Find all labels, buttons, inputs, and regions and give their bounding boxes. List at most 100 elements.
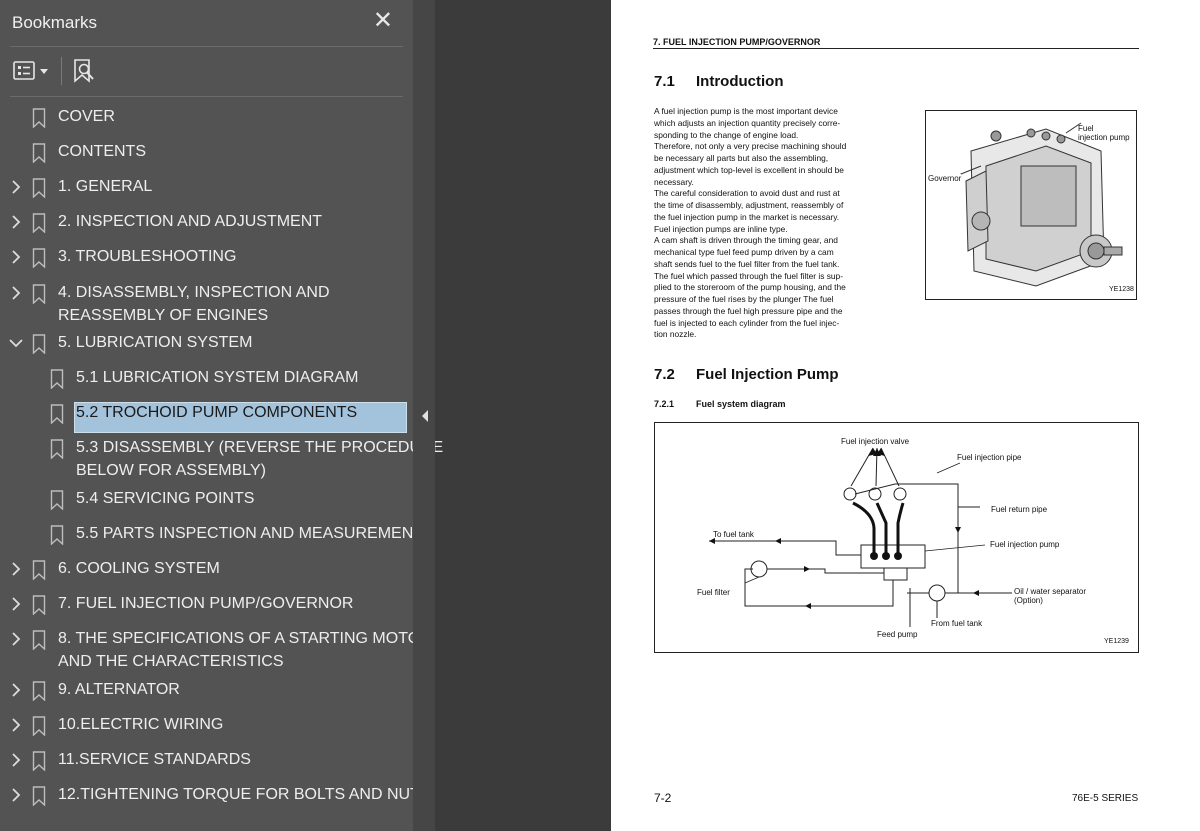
- bookmark-icon: [32, 178, 46, 198]
- chevron-down-icon[interactable]: [9, 334, 23, 352]
- header-rule: [653, 48, 1139, 49]
- bookmark-icon: [32, 334, 46, 354]
- bookmark-item[interactable]: 6. COOLING SYSTEM: [0, 558, 413, 581]
- paragraph-line: tion nozzle.: [654, 329, 697, 340]
- bookmark-label: 3. TROUBLESHOOTING: [58, 248, 237, 265]
- paragraph-line: mechanical type fuel feed pump driven by…: [654, 247, 834, 257]
- paragraph-line: The fuel which passed through the fuel f…: [654, 270, 844, 281]
- bookmark-icon: [32, 213, 46, 233]
- bookmark-options-button[interactable]: [12, 59, 52, 83]
- bookmark-item[interactable]: 10.ELECTRIC WIRING: [0, 714, 413, 737]
- bookmark-label: COVER: [58, 108, 115, 125]
- paragraph-line: sponding to the change of engine load.: [654, 129, 799, 140]
- bookmark-icon: [32, 716, 46, 736]
- bookmark-icon: [50, 490, 64, 510]
- bookmarks-title: Bookmarks: [12, 13, 98, 32]
- bookmark-icon: [32, 143, 46, 163]
- bookmark-item[interactable]: 1. GENERAL: [0, 176, 413, 199]
- chevron-right-icon[interactable]: [9, 284, 23, 302]
- bookmark-icon: [50, 439, 64, 459]
- chevron-right-icon[interactable]: [9, 716, 23, 734]
- find-bookmark-button[interactable]: [70, 57, 98, 85]
- chevron-right-icon[interactable]: [9, 248, 23, 266]
- fig1-label-governor: Governor: [928, 174, 962, 183]
- triangle-left-icon: [422, 410, 428, 422]
- label-fuel-injection-pipe: Fuel injection pipe: [957, 453, 1022, 462]
- bookmark-icon: [32, 786, 46, 806]
- bookmark-label: CONTENTS: [58, 143, 146, 160]
- bookmark-item[interactable]: 3. TROUBLESHOOTING: [0, 246, 413, 269]
- bookmark-icon: [50, 369, 64, 389]
- bookmark-label: 5.1 LUBRICATION SYSTEM DIAGRAM: [76, 369, 359, 386]
- bookmark-item[interactable]: 2. INSPECTION AND ADJUSTMENT: [0, 211, 413, 234]
- bookmark-label: 5.4 SERVICING POINTS: [76, 490, 255, 507]
- bookmark-label: 6. COOLING SYSTEM: [58, 560, 220, 577]
- bookmark-label: 11.SERVICE STANDARDS: [58, 751, 251, 768]
- page-series: 76E-5 SERIES: [1072, 793, 1139, 804]
- bookmark-item[interactable]: 7. FUEL INJECTION PUMP/GOVERNOR: [0, 593, 413, 616]
- bookmark-item[interactable]: 5.2 TROCHOID PUMP COMPONENTS: [0, 402, 413, 425]
- paragraph-line: fuel is injected to each cylinder from t…: [654, 317, 840, 328]
- bookmark-item[interactable]: 11.SERVICE STANDARDS: [0, 749, 413, 772]
- pump-photo-figure: Fuel injection pump Governor YE1238: [925, 110, 1137, 300]
- bookmark-label: 1. GENERAL: [58, 178, 153, 195]
- section-heading: 7.1 Introduction: [654, 73, 783, 90]
- bookmark-item[interactable]: COVER: [0, 106, 413, 129]
- bookmark-label: 9. ALTERNATOR: [58, 681, 180, 698]
- bookmark-item[interactable]: CONTENTS: [0, 141, 413, 164]
- label-option: (Option): [1014, 596, 1043, 605]
- bookmark-icon: [32, 248, 46, 268]
- chevron-right-icon[interactable]: [9, 786, 23, 804]
- bookmark-label-line2: AND THE CHARACTERISTICS: [58, 652, 284, 670]
- fuel-system-diagram: Fuel injection valve Fuel injection pipe…: [654, 422, 1139, 653]
- bookmark-label: 7. FUEL INJECTION PUMP/GOVERNOR: [58, 595, 354, 612]
- bookmark-icon: [32, 595, 46, 615]
- section-heading: 7.2 Fuel Injection Pump: [654, 366, 839, 383]
- bookmark-label: 5. LUBRICATION SYSTEM: [58, 334, 253, 351]
- bookmark-item[interactable]: 4. DISASSEMBLY, INSPECTION AND REASSEMBLY…: [0, 282, 413, 327]
- chevron-right-icon[interactable]: [9, 595, 23, 613]
- paragraph-line: the fuel injection pump in the market is…: [654, 211, 840, 222]
- collapse-panel-button[interactable]: [420, 409, 430, 423]
- subsection-heading: 7.2.1 Fuel system diagram: [654, 399, 786, 409]
- section-number: 7.2: [654, 366, 675, 383]
- bookmark-icon: [32, 560, 46, 580]
- close-icon[interactable]: ✕: [373, 9, 393, 33]
- document-page: 7. FUEL INJECTION PUMP/GOVERNOR 7.1 Intro…: [611, 0, 1200, 831]
- bookmark-item[interactable]: 9. ALTERNATOR: [0, 679, 413, 702]
- label-fuel-filter: Fuel filter: [697, 588, 730, 597]
- bookmark-item[interactable]: 5.1 LUBRICATION SYSTEM DIAGRAM: [0, 367, 413, 390]
- paragraph-line: Therefore, not only a very precise machi…: [654, 141, 847, 152]
- paragraph-line: The careful consideration to avoid dust …: [654, 188, 840, 199]
- toolbar-divider: [61, 57, 62, 85]
- section-title: Fuel Injection Pump: [696, 366, 839, 383]
- chevron-right-icon[interactable]: [9, 178, 23, 196]
- paragraph-line: A cam shaft is driven through the timing…: [654, 235, 838, 246]
- subsection-number: 7.2.1: [654, 399, 675, 409]
- bookmarks-panel: Bookmarks ✕ COVER CONTENTS 1. GENERAL 2. IN…: [0, 0, 443, 831]
- bookmark-item[interactable]: 12.TIGHTENING TORQUE FOR BOLTS AND NUTS: [0, 784, 431, 807]
- chevron-right-icon[interactable]: [9, 213, 23, 231]
- chevron-right-icon[interactable]: [9, 630, 23, 648]
- label-to-fuel-tank: To fuel tank: [713, 530, 754, 539]
- bookmark-label-line2: BELOW FOR ASSEMBLY): [76, 461, 266, 479]
- paragraph-line: pressure of the fuel rises by the plunge…: [654, 294, 834, 304]
- bookmark-icon: [50, 404, 64, 424]
- page-number: 7-2: [654, 791, 672, 805]
- bookmark-item[interactable]: 5.5 PARTS INSPECTION AND MEASUREMENT: [0, 523, 423, 546]
- bookmark-item[interactable]: 5.3 DISASSEMBLY (REVERSE THE PROCEDURE BE…: [0, 437, 443, 482]
- bookmark-icon: [32, 108, 46, 128]
- fig1-label-pump: injection pump: [1078, 133, 1130, 142]
- bookmark-options-icon: [13, 61, 48, 80]
- bookmark-label: 10.ELECTRIC WIRING: [58, 716, 224, 733]
- bookmark-icon: [32, 284, 46, 304]
- chevron-right-icon[interactable]: [9, 751, 23, 769]
- chevron-right-icon[interactable]: [9, 560, 23, 578]
- bookmark-item[interactable]: 5. LUBRICATION SYSTEM: [0, 332, 413, 355]
- bookmark-icon: [32, 630, 46, 650]
- section-number: 7.1: [654, 73, 675, 90]
- bookmark-item[interactable]: 8. THE SPECIFICATIONS OF A STARTING MOTO…: [0, 628, 432, 673]
- chevron-right-icon[interactable]: [9, 681, 23, 699]
- bookmark-item[interactable]: 5.4 SERVICING POINTS: [0, 488, 413, 511]
- fig2-code: YE1239: [1104, 638, 1129, 645]
